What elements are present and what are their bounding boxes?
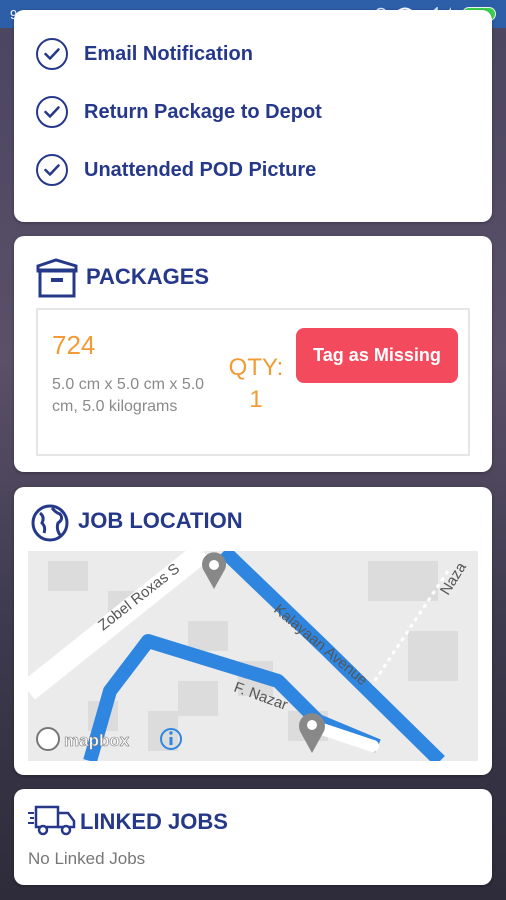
options-card: Email Notification Return Package to Dep… [14, 10, 492, 222]
linked-jobs-title: LINKED JOBS [80, 809, 228, 834]
option-label: Return Package to Depot [84, 100, 322, 123]
job-location-card: JOB LOCATION Zobel Roxas S Kalayaan Aven… [14, 487, 492, 775]
option-email-notification[interactable]: Email Notification [14, 25, 492, 83]
job-location-map[interactable]: Zobel Roxas S Kalayaan Avenue F. Nazar N… [28, 551, 478, 761]
package-box-icon [36, 258, 78, 298]
linked-jobs-card: LINKED JOBS No Linked Jobs [14, 789, 492, 885]
linked-jobs-empty: No Linked Jobs [28, 849, 146, 868]
check-circle-icon [36, 38, 68, 70]
job-location-title: JOB LOCATION [78, 508, 243, 533]
qty-value: 1 [249, 386, 263, 413]
check-circle-icon [36, 154, 68, 186]
packages-title: PACKAGES [86, 264, 210, 289]
globe-icon [31, 504, 69, 542]
option-label: Unattended POD Picture [84, 158, 317, 181]
package-item: 724 5.0 cm x 5.0 cm x 5.0 cm, 5.0 kilogr… [36, 308, 470, 456]
package-dimensions: 5.0 cm x 5.0 cm x 5.0 cm, 5.0 kilograms [52, 376, 205, 415]
mapbox-attribution: mapbox [64, 731, 130, 750]
packages-card: PACKAGES 724 5.0 cm x 5.0 cm x 5.0 cm, 5… [14, 236, 492, 472]
tag-as-missing-button[interactable]: Tag as Missing [296, 328, 458, 383]
mapbox-logo-icon [36, 727, 60, 751]
option-return-package[interactable]: Return Package to Depot [14, 83, 492, 141]
qty-label: QTY: [228, 354, 284, 381]
option-unattended-pod[interactable]: Unattended POD Picture [14, 141, 492, 199]
delivery-truck-icon [28, 805, 76, 836]
option-label: Email Notification [84, 42, 253, 65]
check-circle-icon [36, 96, 68, 128]
package-id: 724 [52, 330, 96, 360]
package-qty: QTY: 1 [224, 352, 288, 416]
